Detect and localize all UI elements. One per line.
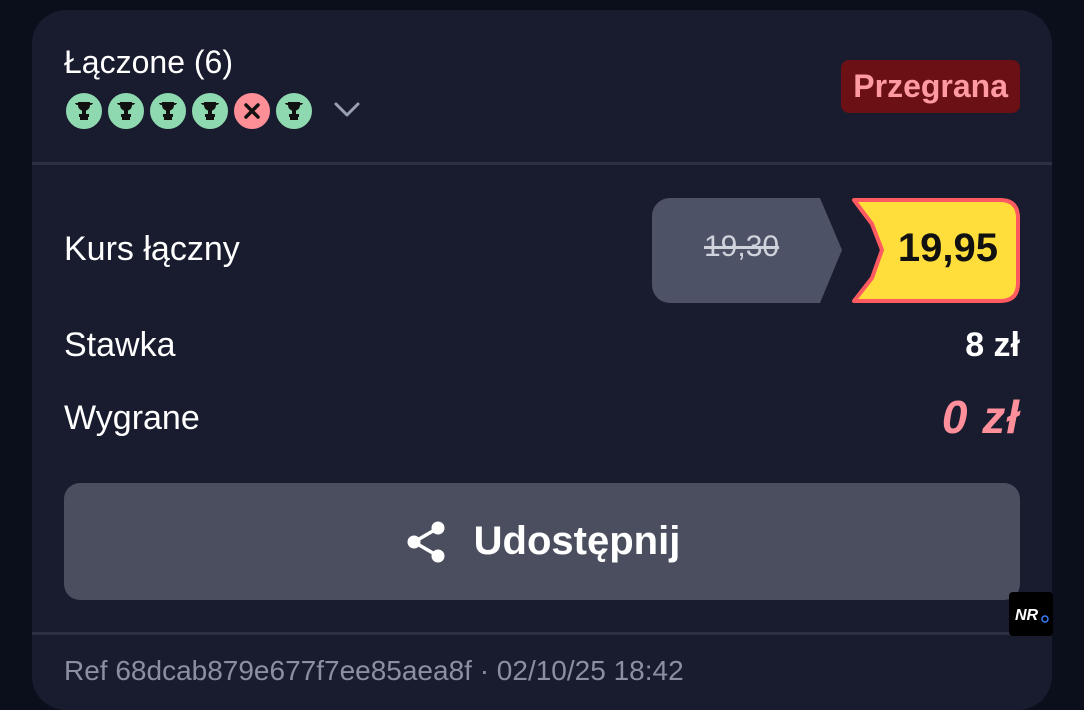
leg-3-status	[148, 91, 188, 131]
share-button[interactable]: Udostępnij	[64, 483, 1020, 600]
bet-card: Łączone (6) Przegrana Kurs łączny 19,30	[32, 10, 1052, 710]
trophy-icon	[201, 102, 219, 120]
bet-legs[interactable]	[64, 91, 314, 131]
leg-5-status	[232, 91, 272, 131]
trophy-icon	[117, 102, 135, 120]
stake-value: 8 zł	[965, 326, 1020, 364]
bet-reference: Ref 68dcab879e677f7ee85aea8f · 02/10/25 …	[64, 655, 684, 686]
boosted-odds-value: 19,95	[897, 226, 998, 270]
header-divider	[32, 162, 1052, 165]
old-odds-value: 19,30	[704, 230, 780, 263]
share-icon	[407, 521, 445, 562]
leg-1-status	[64, 91, 104, 131]
trophy-icon	[75, 102, 93, 120]
chevron-down-icon[interactable]	[332, 98, 362, 122]
odds-display: 19,30 19,95	[652, 198, 1020, 303]
share-label: Udostępnij	[473, 519, 681, 563]
trophy-icon	[159, 102, 177, 120]
bet-title: Łączone (6)	[64, 44, 233, 80]
stake-label: Stawka	[64, 326, 176, 364]
odds-label: Kurs łączny	[64, 230, 240, 268]
leg-6-status	[274, 91, 314, 131]
leg-2-status	[106, 91, 146, 131]
leg-4-status	[190, 91, 230, 131]
trophy-icon	[285, 102, 303, 120]
status-badge: Przegrana	[841, 60, 1020, 113]
win-label: Wygrane	[64, 399, 200, 437]
watermark-text: NR	[1015, 607, 1039, 624]
x-icon	[244, 103, 260, 119]
brand-logo-icon: NR	[1009, 592, 1053, 636]
win-value: 0 zł	[941, 391, 1020, 443]
footer-divider	[32, 632, 1052, 635]
